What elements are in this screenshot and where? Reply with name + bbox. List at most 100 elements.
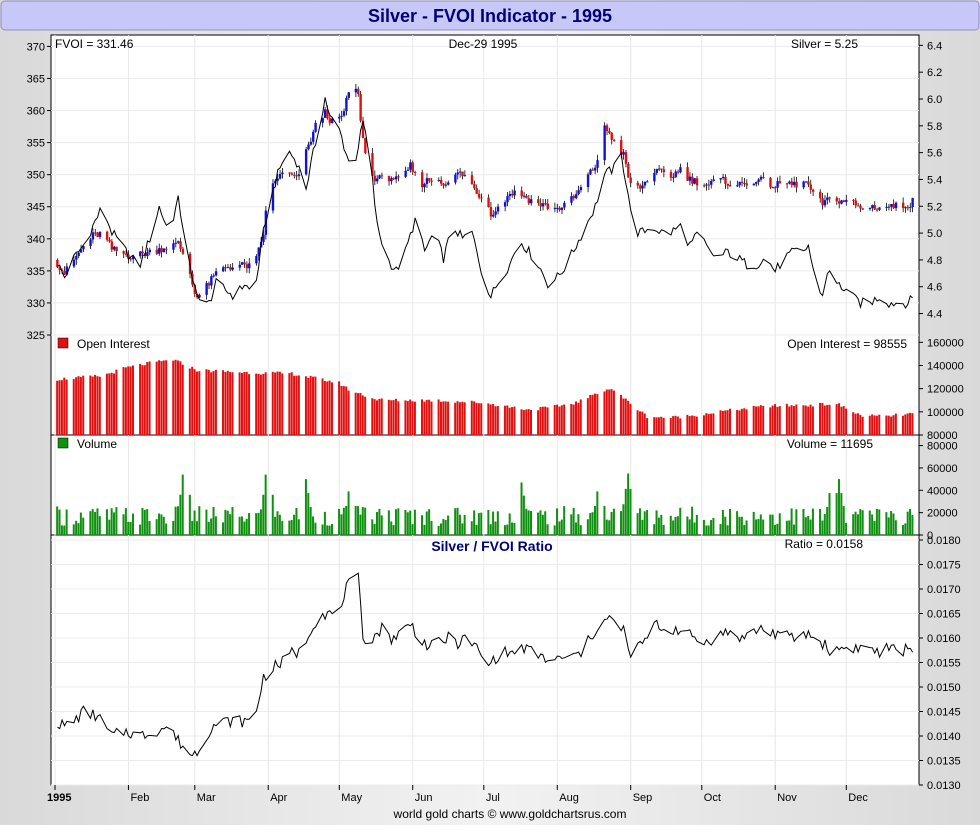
volume-bar <box>878 509 881 535</box>
open-interest-bar <box>752 405 755 435</box>
open-interest-bar <box>726 410 729 435</box>
volume-bar <box>579 525 582 535</box>
volume-bar <box>539 510 542 535</box>
volume-bar <box>901 524 904 535</box>
candle-body <box>94 232 97 234</box>
candle-body <box>373 175 377 182</box>
open-interest-bar <box>312 376 315 435</box>
volume-bar <box>373 523 376 535</box>
candle-body <box>245 264 249 269</box>
open-interest-bar <box>556 404 559 435</box>
candle-body <box>596 160 599 168</box>
candle-body <box>809 184 812 190</box>
left-axis-label: 335 <box>27 266 45 278</box>
candle-body <box>511 193 514 196</box>
open-interest-bar <box>376 400 379 435</box>
volume-bar <box>506 524 509 535</box>
candle-body <box>840 200 843 204</box>
volume-bar <box>470 521 473 535</box>
volume-bar <box>575 522 578 535</box>
volume-bar <box>110 508 113 535</box>
ratio-readout: Ratio = 0.0158 <box>785 537 864 551</box>
chart-title: Silver - FVOI Indicator - 1995 <box>368 6 612 26</box>
open-interest-bar <box>622 398 625 435</box>
open-interest-bar <box>778 406 781 435</box>
candle-body <box>146 252 149 257</box>
right-axis-label: 4.6 <box>927 282 942 294</box>
candle-body <box>657 168 661 170</box>
candle-body <box>563 202 566 208</box>
volume-bar <box>821 520 824 535</box>
candle-body <box>456 172 459 175</box>
right-axis-label: 5.2 <box>927 201 942 213</box>
open-interest-bar <box>657 417 660 435</box>
open-interest-bar <box>392 400 395 435</box>
volume-bar <box>461 523 464 535</box>
fvoi-readout: FVOI = 331.46 <box>55 37 134 51</box>
volume-bar <box>691 506 694 535</box>
candle-body <box>586 174 590 188</box>
volume-bar <box>842 506 845 535</box>
open-interest-bar <box>861 416 864 435</box>
open-interest-bar <box>686 414 689 435</box>
volume-bar <box>58 509 61 535</box>
candle-body <box>212 275 215 277</box>
volume-bar <box>802 508 805 535</box>
volume-bar <box>845 522 848 535</box>
open-interest-bar <box>911 413 914 435</box>
candle-body <box>541 203 545 207</box>
volume-bar <box>529 510 532 535</box>
ratio-axis-label: 0.0175 <box>927 560 961 572</box>
open-interest-bar <box>819 402 822 435</box>
volume-bar <box>342 507 345 535</box>
candle-body <box>148 249 151 253</box>
volume-bar <box>392 525 395 535</box>
open-interest-bar <box>245 371 248 435</box>
open-interest-bar <box>804 405 807 435</box>
open-interest-bar <box>494 406 497 435</box>
open-interest-bar <box>522 410 525 435</box>
open-interest-bar <box>345 386 348 435</box>
volume-bar <box>428 509 431 535</box>
candle-body <box>89 239 92 246</box>
candle-body <box>390 178 393 182</box>
open-interest-bar <box>769 407 772 435</box>
candle-body <box>894 202 898 209</box>
candle-body <box>214 271 218 276</box>
volume-bar <box>148 521 151 535</box>
volume-bar <box>837 479 840 535</box>
volume-bar <box>193 510 196 535</box>
open-interest-bar <box>506 405 509 435</box>
open-interest-bar <box>544 406 547 435</box>
volume-bar <box>473 510 476 535</box>
volume-bar <box>712 517 715 535</box>
x-axis-label: Jun <box>415 792 433 804</box>
volume-bar <box>380 515 383 535</box>
volume-bar <box>792 524 795 535</box>
volume-bar <box>890 511 893 535</box>
volume-bar <box>719 524 722 535</box>
open-interest-bar <box>470 400 473 435</box>
candle-body <box>122 251 125 254</box>
volume-bar <box>56 506 59 535</box>
candle-body <box>878 207 881 210</box>
candle-body <box>759 176 763 180</box>
volume-bar <box>686 516 689 535</box>
open-interest-bar <box>788 406 791 435</box>
open-interest-bar <box>705 413 708 435</box>
volume-bar <box>79 512 82 535</box>
ratio-axis-label: 0.0130 <box>927 780 961 792</box>
open-interest-bar <box>539 407 542 435</box>
volume-bar <box>729 508 732 535</box>
volume-bar <box>89 511 92 535</box>
volume-bar <box>326 525 329 535</box>
x-axis-label: Aug <box>559 792 579 804</box>
oi-axis-label: 160000 <box>927 337 964 349</box>
volume-bar <box>828 493 831 535</box>
volume-bar <box>577 514 580 535</box>
volume-bar <box>307 493 310 535</box>
volume-bar <box>752 511 755 535</box>
open-interest-bar <box>271 371 274 435</box>
candle-body <box>544 203 547 205</box>
candle-body <box>859 205 862 209</box>
